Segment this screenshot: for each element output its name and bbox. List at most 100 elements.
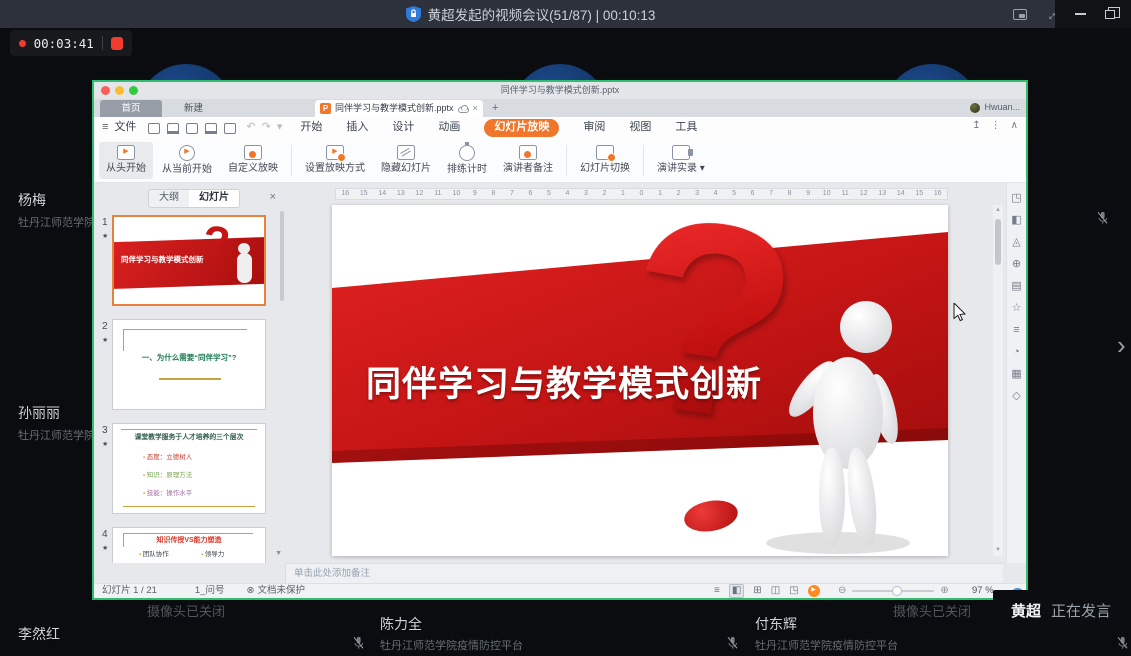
image-tool-icon[interactable]: ▦: [1011, 369, 1021, 380]
menu-slideshow-active[interactable]: 幻灯片放映: [484, 119, 559, 137]
tab-home[interactable]: 首页: [100, 100, 162, 117]
panel-scrollbar[interactable]: [280, 211, 284, 301]
next-page-chevron-icon[interactable]: ›: [1117, 332, 1126, 358]
pip-icon[interactable]: [1005, 0, 1035, 28]
new-tab-button[interactable]: +: [492, 102, 498, 116]
participant-org: 牡丹江师范学院疫情防控平台: [380, 637, 523, 653]
menu-tools[interactable]: 工具: [675, 121, 697, 135]
upload-icon[interactable]: ↥: [972, 120, 980, 133]
package-view-icon[interactable]: ◳: [789, 585, 798, 598]
history-tool-icon[interactable]: ◔: [1013, 347, 1020, 358]
slide-thumbnail-3[interactable]: 课堂教学服务于人才培养的三个层次 态度：立德树人 知识：原理方法 技能：操作水平: [112, 423, 266, 514]
slide-main-title: 同伴学习与教学模式创新: [366, 363, 826, 407]
tab-new[interactable]: 新建: [184, 100, 203, 117]
folder-tool-icon[interactable]: ◇: [1012, 391, 1020, 402]
menu-start[interactable]: 开始: [300, 121, 322, 135]
zoom-out-icon[interactable]: ⊖: [838, 585, 846, 598]
mouse-cursor: [953, 303, 967, 322]
participant-name: 陈力全: [380, 614, 422, 634]
fullscreen-icon[interactable]: ↔: [1035, 0, 1065, 28]
effects-tool-icon[interactable]: ☆: [1012, 303, 1022, 314]
menu-insert[interactable]: 插入: [346, 121, 368, 135]
collapse-ribbon-icon[interactable]: ∧: [1011, 120, 1018, 133]
notes-view-icon[interactable]: ≡: [714, 585, 720, 598]
scroll-up-icon[interactable]: ▲: [993, 207, 1003, 215]
restore-button[interactable]: [1095, 0, 1125, 28]
slide-thumbnail-1[interactable]: ? 同伴学习与教学模式创新: [112, 215, 266, 306]
account-chip[interactable]: Hwuan...: [970, 102, 1020, 113]
account-name: Hwuan...: [984, 102, 1020, 113]
ribbon-from-current[interactable]: ▶从当前开始: [155, 142, 219, 179]
card-tool-icon[interactable]: ▤: [1011, 281, 1021, 292]
cloud-sync-icon: [458, 107, 469, 113]
ribbon-from-beginning[interactable]: ▶从头开始: [99, 142, 153, 179]
download-tool-icon[interactable]: ⊕: [1012, 259, 1021, 270]
editor-scrollbar[interactable]: ▲ ▼: [993, 205, 1003, 556]
close-tab-icon[interactable]: ×: [473, 103, 478, 114]
horizontal-ruler: 1615141312111098765432101234567891011121…: [335, 188, 948, 200]
tab-slides[interactable]: 幻灯片: [189, 190, 239, 207]
print-icon[interactable]: [205, 123, 217, 134]
slideshow-play-button[interactable]: ▶: [808, 585, 820, 597]
status-slide-info: 幻灯片 1 / 21: [102, 585, 157, 597]
menu-file[interactable]: 文件: [114, 121, 136, 135]
more-vertical-icon[interactable]: ⋮: [991, 120, 1001, 133]
wps-statusbar: 幻灯片 1 / 21 1_问号 ⊗文档未保护 ≡ ◧ ⊞ ◫ ◳ ▶ ⊖ ⊕ 9…: [94, 583, 1026, 598]
ribbon-slide-transition[interactable]: 幻灯片切换: [573, 142, 637, 179]
seal-tool-icon[interactable]: ◬: [1012, 237, 1020, 248]
preview-icon[interactable]: [224, 123, 236, 134]
thumbnail-list: 1 ★ ? 同伴学习与教学模式创新 2 ★ 一、为什么需要“同伴学习”? 3 ★: [96, 211, 286, 563]
redo-icon[interactable]: ↷: [262, 121, 271, 135]
slide-number: 3: [102, 425, 108, 438]
ribbon-custom-show[interactable]: 自定义放映: [221, 142, 285, 179]
question-mark-mini: ?: [201, 220, 232, 267]
wps-tabbar: 首页 新建 P 同伴学习与教学模式创新.pptx × + Hwuan...: [94, 99, 1026, 117]
mic-muted-icon: [726, 636, 739, 650]
participant-name: 杨梅: [18, 190, 46, 210]
wps-menubar: ≡ 文件 ↶ ↷ ▾ 开始 插入 设计 动画 幻灯片放映 审阅 视图: [94, 117, 1026, 139]
shapes-tool-icon[interactable]: ◳: [1011, 193, 1021, 204]
normal-view-icon[interactable]: ◧: [729, 584, 744, 599]
animation-star-icon: ★: [102, 337, 108, 346]
reading-view-icon[interactable]: ◫: [771, 585, 780, 598]
stop-recording-button[interactable]: [111, 37, 123, 50]
mic-muted-icon: [1096, 211, 1109, 225]
save-icon[interactable]: [167, 123, 179, 134]
ribbon-rehearse-timing[interactable]: 排练计时: [440, 142, 494, 179]
zoom-in-icon[interactable]: ⊕: [940, 585, 948, 598]
object-tool-icon[interactable]: ◧: [1011, 215, 1021, 226]
ribbon-speaker-notes[interactable]: 演讲者备注: [496, 142, 560, 179]
output-icon[interactable]: [186, 123, 198, 134]
speaker-name: 黄超: [1011, 600, 1041, 621]
menu-review[interactable]: 审阅: [583, 121, 605, 135]
notes-area[interactable]: 单击此处添加备注: [285, 563, 1003, 583]
menu-animation[interactable]: 动画: [438, 121, 460, 135]
mic-muted-icon: [352, 636, 365, 650]
ribbon-setup-show[interactable]: ▶设置放映方式: [298, 142, 372, 179]
menu-design[interactable]: 设计: [392, 121, 414, 135]
sorter-view-icon[interactable]: ⊞: [753, 585, 761, 598]
minimize-button[interactable]: [1065, 0, 1095, 28]
panel-close-icon[interactable]: ×: [270, 191, 276, 205]
settings-tool-icon[interactable]: ≡: [1013, 325, 1019, 336]
slide-thumbnail-2[interactable]: 一、为什么需要“同伴学习”?: [112, 319, 266, 410]
document-tab[interactable]: P 同伴学习与教学模式创新.pptx ×: [315, 100, 483, 117]
open-icon[interactable]: [148, 123, 160, 134]
scrollbar-thumb[interactable]: [995, 219, 1001, 265]
menu-view[interactable]: 视图: [629, 121, 651, 135]
hamburger-icon[interactable]: ≡: [102, 121, 108, 135]
ribbon-hide-slide[interactable]: 隐藏幻灯片: [374, 142, 438, 179]
thumb4-title: 知识传授VS能力塑造: [113, 537, 265, 546]
slide-canvas[interactable]: ? 同伴学习与教学模式创新: [332, 205, 948, 556]
scroll-down-icon[interactable]: ▼: [993, 547, 1003, 555]
meeting-topbar: 黄超发起的视频会议(51/87) | 00:10:13 ↔: [0, 0, 1131, 28]
zoom-slider-thumb[interactable]: [892, 586, 902, 596]
tab-outline[interactable]: 大纲: [149, 190, 189, 207]
mic-muted-icon: [1116, 636, 1129, 650]
more-dropdown-icon[interactable]: ▾: [277, 121, 283, 135]
slide-thumbnail-4[interactable]: 知识传授VS能力塑造 团队协作 领导力 学习能力 知识共享: [112, 527, 266, 563]
panel-scroll-down-icon[interactable]: ▼: [275, 550, 282, 559]
ribbon-lecture-record[interactable]: 演讲实录 ▾: [650, 142, 712, 179]
undo-icon[interactable]: ↶: [246, 121, 255, 135]
zoom-slider[interactable]: [852, 590, 934, 592]
